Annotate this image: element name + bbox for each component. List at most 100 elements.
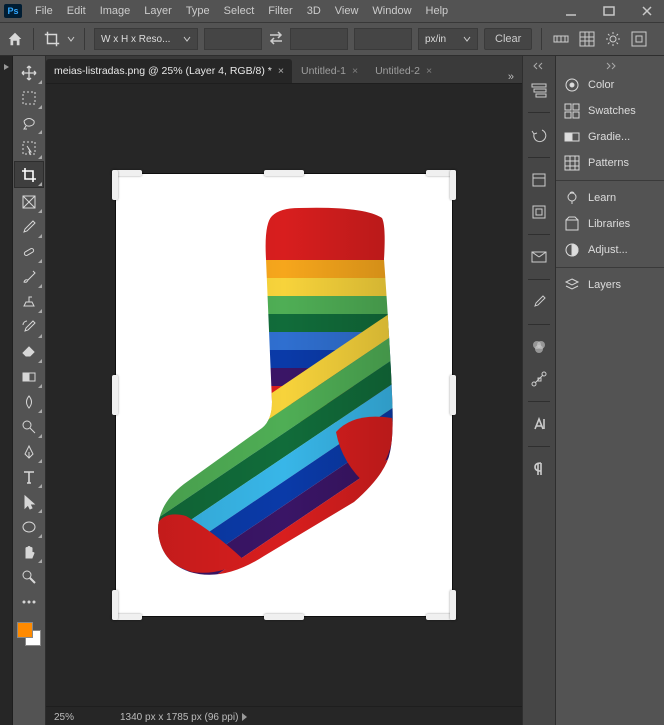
separator <box>556 180 664 181</box>
panel-icon-info[interactable] <box>525 243 553 271</box>
clone-stamp-tool[interactable] <box>15 289 43 314</box>
panel-icon-actions[interactable] <box>525 198 553 226</box>
panel-gradients[interactable]: Gradie... <box>556 124 664 150</box>
crop-handle-right[interactable] <box>450 375 456 415</box>
crop-handle-tr[interactable] <box>426 170 456 200</box>
panel-color[interactable]: Color <box>556 72 664 98</box>
chevron-right-icon[interactable] <box>242 713 247 721</box>
panel-libraries[interactable]: Libraries <box>556 211 664 237</box>
document-canvas[interactable] <box>116 174 452 616</box>
left-gutter[interactable] <box>0 56 13 725</box>
panel-collapse-icon[interactable] <box>556 60 664 72</box>
clear-button[interactable]: Clear <box>484 28 532 50</box>
panel-layers[interactable]: Layers <box>556 272 664 298</box>
content-aware-icon[interactable] <box>629 29 649 49</box>
menu-type[interactable]: Type <box>179 0 217 22</box>
menu-edit[interactable]: Edit <box>60 0 93 22</box>
crop-tool-icon <box>43 30 61 48</box>
edit-toolbar-button[interactable] <box>15 589 43 614</box>
panel-icon-brushes[interactable] <box>525 288 553 316</box>
zoom-level[interactable]: 25% <box>54 712 102 723</box>
panel-icon-paths[interactable] <box>525 365 553 393</box>
path-select-tool[interactable] <box>15 489 43 514</box>
menu-layer[interactable]: Layer <box>137 0 179 22</box>
close-icon[interactable]: × <box>426 65 432 77</box>
type-tool[interactable] <box>15 464 43 489</box>
menu-filter[interactable]: Filter <box>261 0 299 22</box>
panel-list: Color Swatches Gradie... Patterns Learn <box>555 56 664 725</box>
straighten-icon[interactable] <box>551 29 571 49</box>
close-button[interactable] <box>634 2 660 20</box>
eraser-tool[interactable] <box>15 339 43 364</box>
panel-adjustments[interactable]: Adjust... <box>556 237 664 263</box>
swap-dimensions-icon[interactable] <box>268 31 284 48</box>
crop-handle-top[interactable] <box>264 170 304 176</box>
brush-tool[interactable] <box>15 264 43 289</box>
document-tab[interactable]: Untitled-1 × <box>293 59 366 83</box>
crop-handle-bottom[interactable] <box>264 614 304 620</box>
history-brush-tool[interactable] <box>15 314 43 339</box>
menu-window[interactable]: Window <box>365 0 418 22</box>
menu-view[interactable]: View <box>328 0 366 22</box>
tabs-overflow-icon[interactable]: » <box>500 71 522 83</box>
crop-settings-icon[interactable] <box>603 29 623 49</box>
zoom-tool[interactable] <box>15 564 43 589</box>
home-icon[interactable] <box>6 30 24 48</box>
menu-help[interactable]: Help <box>419 0 456 22</box>
crop-handle-br[interactable] <box>426 590 456 620</box>
document-tab[interactable]: Untitled-2 × <box>367 59 440 83</box>
tab-label: meias-listradas.png @ 25% (Layer 4, RGB/… <box>54 65 272 77</box>
crop-overlay-icon[interactable] <box>577 29 597 49</box>
marquee-tool[interactable] <box>15 85 43 110</box>
object-select-tool[interactable] <box>15 135 43 160</box>
crop-handle-tl[interactable] <box>112 170 142 200</box>
panel-icon-properties[interactable] <box>525 166 553 194</box>
crop-units-dropdown[interactable]: px/in <box>418 28 478 50</box>
hand-tool[interactable] <box>15 539 43 564</box>
crop-handle-bl[interactable] <box>112 590 142 620</box>
panel-icon-undo[interactable] <box>525 121 553 149</box>
panel-swatches[interactable]: Swatches <box>556 98 664 124</box>
chevron-down-icon[interactable] <box>67 35 75 43</box>
close-icon[interactable]: × <box>278 65 284 77</box>
toolbox <box>13 56 46 725</box>
close-icon[interactable]: × <box>352 65 358 77</box>
shape-tool[interactable] <box>15 514 43 539</box>
menu-file[interactable]: File <box>28 0 60 22</box>
crop-height-field[interactable] <box>290 28 348 50</box>
foreground-swatch[interactable] <box>17 622 33 638</box>
eyedropper-tool[interactable] <box>15 214 43 239</box>
document-dimensions[interactable]: 1340 px x 1785 px (96 ppi) <box>120 712 238 723</box>
crop-resolution-field[interactable] <box>354 28 412 50</box>
panel-icon-character[interactable] <box>525 410 553 438</box>
crop-tool[interactable] <box>14 161 44 188</box>
panel-icon-paragraph[interactable] <box>525 455 553 483</box>
color-swatch[interactable] <box>15 620 43 650</box>
canvas-area[interactable] <box>46 84 522 706</box>
frame-tool[interactable] <box>15 189 43 214</box>
minimize-button[interactable] <box>558 2 584 20</box>
crop-preset-dropdown[interactable]: W x H x Reso... <box>94 28 198 50</box>
panel-patterns[interactable]: Patterns <box>556 150 664 176</box>
pen-tool[interactable] <box>15 439 43 464</box>
menu-3d[interactable]: 3D <box>300 0 328 22</box>
move-tool[interactable] <box>15 60 43 85</box>
panel-label: Libraries <box>588 218 630 230</box>
heal-tool[interactable] <box>15 239 43 264</box>
learn-icon <box>564 190 580 206</box>
menu-select[interactable]: Select <box>217 0 262 22</box>
crop-width-field[interactable] <box>204 28 262 50</box>
panel-icon-history[interactable] <box>525 76 553 104</box>
gradient-tool[interactable] <box>15 364 43 389</box>
menu-image[interactable]: Image <box>93 0 138 22</box>
document-tab-active[interactable]: meias-listradas.png @ 25% (Layer 4, RGB/… <box>46 59 292 83</box>
crop-handle-left[interactable] <box>112 375 118 415</box>
dodge-tool[interactable] <box>15 414 43 439</box>
panel-learn[interactable]: Learn <box>556 185 664 211</box>
lasso-tool[interactable] <box>15 110 43 135</box>
maximize-button[interactable] <box>596 2 622 20</box>
panel-icon-channels[interactable] <box>525 333 553 361</box>
options-bar: W x H x Reso... px/in Clear <box>0 22 664 56</box>
blur-tool[interactable] <box>15 389 43 414</box>
dock-collapse-icon[interactable] <box>523 60 555 72</box>
